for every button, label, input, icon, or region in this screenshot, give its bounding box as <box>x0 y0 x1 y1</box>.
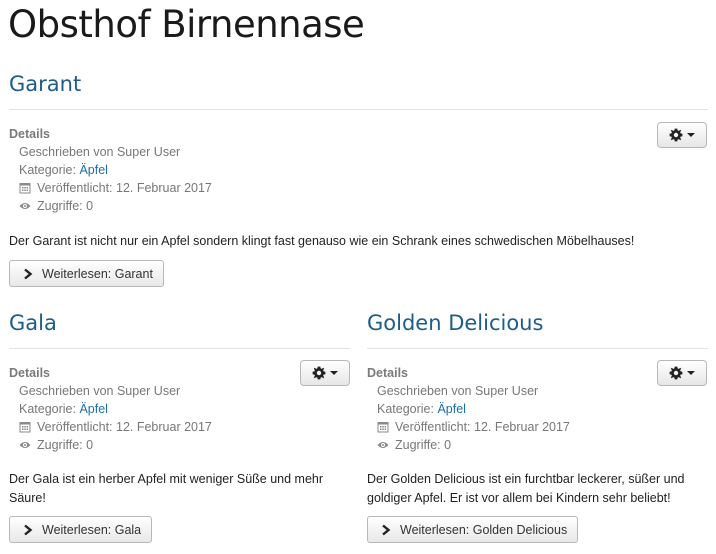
eye-icon <box>19 442 31 448</box>
article-info: Details Geschrieben von Super User Kateg… <box>9 125 212 215</box>
caret-down-icon <box>687 371 695 375</box>
calendar-icon <box>377 422 389 433</box>
category: Kategorie: Äpfel <box>377 400 570 418</box>
published-text: Veröffentlicht: 12. Februar 2017 <box>37 420 212 434</box>
category-link[interactable]: Äpfel <box>79 161 108 179</box>
gear-icon <box>669 366 683 380</box>
author-text: Geschrieben von Super User <box>19 145 181 159</box>
author-text: Geschrieben von Super User <box>377 384 539 398</box>
article-info: Details Geschrieben von Super User Kateg… <box>367 364 570 454</box>
category: Kategorie: Äpfel <box>19 161 212 179</box>
readmore-button[interactable]: Weiterlesen: Garant <box>9 260 164 287</box>
page-title: Obsthof Birnennase <box>8 3 365 46</box>
category-label: Kategorie: <box>19 402 76 416</box>
gear-icon <box>669 128 683 142</box>
article-title: Garant <box>9 71 81 97</box>
article-title-link[interactable]: Golden Delicious <box>367 311 543 335</box>
author-text: Geschrieben von Super User <box>19 384 181 398</box>
author: Geschrieben von Super User <box>377 382 570 400</box>
caret-down-icon <box>330 371 338 375</box>
chevron-right-icon <box>24 268 33 279</box>
readmore-label: Weiterlesen: Gala <box>42 522 142 537</box>
article-info: Details Geschrieben von Super User Kateg… <box>9 364 212 454</box>
gear-icon <box>312 366 326 380</box>
title-divider <box>9 348 350 349</box>
category-label: Kategorie: <box>377 402 434 416</box>
calendar-icon <box>19 422 31 433</box>
details-label: Details <box>9 127 50 141</box>
readmore-label: Weiterlesen: Golden Delicious <box>400 522 568 537</box>
title-divider <box>367 348 708 349</box>
published-text: Veröffentlicht: 12. Februar 2017 <box>395 420 570 434</box>
readmore-button[interactable]: Weiterlesen: Gala <box>9 516 153 543</box>
details-label: Details <box>367 366 408 380</box>
article-tools-button[interactable] <box>657 360 707 386</box>
article-intro: Der Golden Delicious ist ein furchtbar l… <box>367 472 685 505</box>
chevron-right-icon <box>382 524 391 535</box>
article-tools-button[interactable] <box>657 122 707 148</box>
published-date: Veröffentlicht: 12. Februar 2017 <box>19 418 212 436</box>
hits: Zugriffe: 0 <box>377 436 570 454</box>
chevron-right-icon <box>24 524 33 535</box>
article-garant: Garant Details Geschrieben von Super Use… <box>0 0 716 554</box>
hits-text: Zugriffe: 0 <box>395 438 452 452</box>
title-divider <box>9 109 708 110</box>
article-intro: Der Garant ist nicht nur ein Apfel sonde… <box>9 234 635 248</box>
hits-text: Zugriffe: 0 <box>37 199 94 213</box>
calendar-icon <box>19 183 31 194</box>
article-intro: Der Gala ist ein herber Apfel mit wenige… <box>9 472 324 505</box>
author: Geschrieben von Super User <box>19 382 212 400</box>
category: Kategorie: Äpfel <box>19 400 212 418</box>
readmore-button[interactable]: Weiterlesen: Golden Delicious <box>367 516 579 543</box>
published-text: Veröffentlicht: 12. Februar 2017 <box>37 181 212 195</box>
category-link[interactable]: Äpfel <box>79 400 108 418</box>
article-golden-delicious: Golden Delicious Details Geschrieben von… <box>358 0 716 554</box>
details-label: Details <box>9 366 50 380</box>
article-title-link[interactable]: Gala <box>9 311 57 335</box>
article-title: Golden Delicious <box>367 310 543 336</box>
article-title: Gala <box>9 310 57 336</box>
hits: Zugriffe: 0 <box>19 197 212 215</box>
caret-down-icon <box>687 133 695 137</box>
eye-icon <box>377 442 389 448</box>
published-date: Veröffentlicht: 12. Februar 2017 <box>377 418 570 436</box>
eye-icon <box>19 203 31 209</box>
category-link[interactable]: Äpfel <box>437 400 466 418</box>
readmore-label: Weiterlesen: Garant <box>42 266 153 281</box>
hits-text: Zugriffe: 0 <box>37 438 94 452</box>
article-tools-button[interactable] <box>300 360 350 386</box>
hits: Zugriffe: 0 <box>19 436 212 454</box>
published-date: Veröffentlicht: 12. Februar 2017 <box>19 179 212 197</box>
category-label: Kategorie: <box>19 163 76 177</box>
article-title-link[interactable]: Garant <box>9 72 81 96</box>
author: Geschrieben von Super User <box>19 143 212 161</box>
